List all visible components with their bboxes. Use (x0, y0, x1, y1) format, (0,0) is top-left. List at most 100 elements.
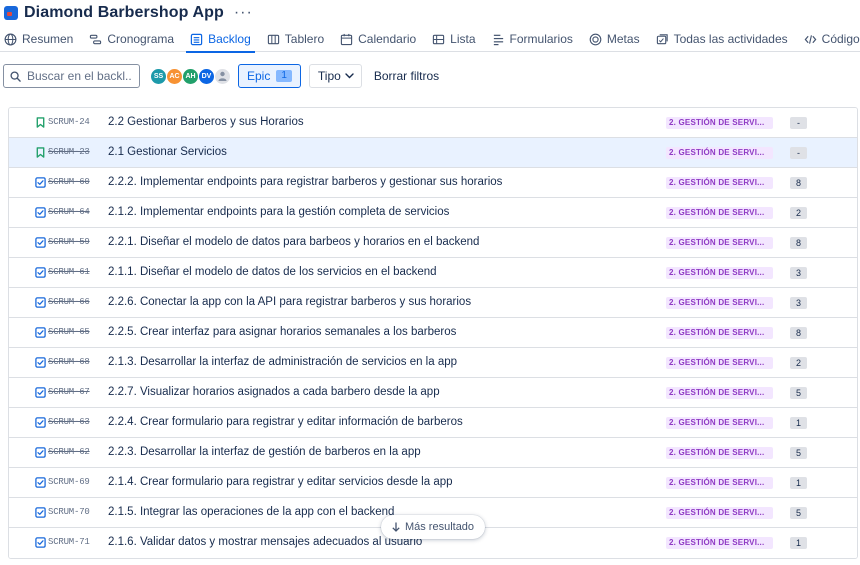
tab-cronograma[interactable]: Cronograma (85, 27, 178, 52)
issue-row[interactable]: SCRUM-60 2.2.2. Implementar endpoints par… (9, 168, 857, 198)
issue-summary[interactable]: 2.1 Gestionar Servicios (108, 146, 227, 158)
issue-key[interactable]: SCRUM-67 (48, 387, 90, 397)
issue-summary[interactable]: 2.2.6. Conectar la app con la API para r… (108, 296, 471, 308)
epic-badge[interactable]: 2. GESTIÓN DE SERVI... (666, 147, 773, 159)
issue-row[interactable]: SCRUM-65 2.2.5. Crear interfaz para asign… (9, 318, 857, 348)
more-results-button[interactable]: Más resultado (381, 515, 485, 539)
tab-label: Lista (450, 32, 476, 46)
issue-key[interactable]: SCRUM-69 (48, 477, 90, 487)
epic-badge[interactable]: 2. GESTIÓN DE SERVI... (666, 357, 773, 369)
issue-summary[interactable]: 2.1.3. Desarrollar la interfaz de admini… (108, 356, 457, 368)
tab-todas-las-actividades[interactable]: Todas las actividades (652, 27, 792, 52)
epic-badge[interactable]: 2. GESTIÓN DE SERVI... (666, 237, 773, 249)
issue-row[interactable]: SCRUM-68 2.1.3. Desarrollar la interfaz d… (9, 348, 857, 378)
issue-row[interactable]: SCRUM-69 2.1.4. Crear formulario para reg… (9, 468, 857, 498)
issue-key[interactable]: SCRUM-62 (48, 447, 90, 457)
issue-key[interactable]: SCRUM-64 (48, 207, 90, 217)
issue-summary[interactable]: 2.1.2. Implementar endpoints para la ges… (108, 206, 449, 218)
tab-tablero[interactable]: Tablero (263, 27, 328, 52)
issue-row[interactable]: SCRUM-64 2.1.2. Implementar endpoints par… (9, 198, 857, 228)
issue-summary[interactable]: 2.2.3. Desarrollar la interfaz de gestió… (108, 446, 421, 458)
issue-key[interactable]: SCRUM-60 (48, 177, 90, 187)
issue-row[interactable]: SCRUM-61 2.1.1. Diseñar el modelo de dato… (9, 258, 857, 288)
avatar[interactable]: DV (198, 67, 215, 85)
story-points-badge[interactable]: 2 (790, 207, 807, 219)
issue-key[interactable]: SCRUM-61 (48, 267, 90, 277)
story-points-badge[interactable]: - (790, 147, 807, 159)
search-box[interactable] (3, 64, 140, 88)
story-points-badge[interactable]: 1 (790, 417, 807, 429)
tab-código[interactable]: Código (800, 27, 860, 52)
issue-key[interactable]: SCRUM-23 (48, 147, 90, 157)
epic-badge[interactable]: 2. GESTIÓN DE SERVI... (666, 267, 773, 279)
issue-summary[interactable]: 2.1.1. Diseñar el modelo de datos de los… (108, 266, 437, 278)
issue-row[interactable]: SCRUM-63 2.2.4. Crear formulario para reg… (9, 408, 857, 438)
clear-filters-button[interactable]: Borrar filtros (374, 69, 439, 83)
issue-key[interactable]: SCRUM-65 (48, 327, 90, 337)
issue-summary[interactable]: 2.2.5. Crear interfaz para asignar horar… (108, 326, 456, 338)
story-points-badge[interactable]: 5 (790, 507, 807, 519)
issue-summary[interactable]: 2.2.1. Diseñar el modelo de datos para b… (108, 236, 479, 248)
story-points-badge[interactable]: 1 (790, 477, 807, 489)
epic-filter-button[interactable]: Epic 1 (238, 64, 301, 88)
story-points-badge[interactable]: 3 (790, 297, 807, 309)
avatar[interactable]: SS (150, 67, 167, 85)
tab-label: Tablero (284, 32, 325, 46)
story-points-badge[interactable]: 8 (790, 237, 807, 249)
issue-row[interactable]: SCRUM-23 2.1 Gestionar Servicios 2. GESTIÓ… (9, 138, 857, 168)
issue-key[interactable]: SCRUM-66 (48, 297, 90, 307)
issue-key[interactable]: SCRUM-70 (48, 507, 90, 517)
issue-key[interactable]: SCRUM-59 (48, 237, 90, 247)
story-points-badge[interactable]: 1 (790, 537, 807, 549)
tab-lista[interactable]: Lista (428, 27, 479, 52)
search-input[interactable] (27, 69, 132, 83)
issue-summary[interactable]: 2.2.7. Visualizar horarios asignados a c… (108, 386, 440, 398)
tab-formularios[interactable]: Formularios (488, 27, 577, 52)
story-points-badge[interactable]: 2 (790, 357, 807, 369)
more-horizontal-icon[interactable]: ··· (234, 5, 253, 21)
epic-badge[interactable]: 2. GESTIÓN DE SERVI... (666, 477, 773, 489)
story-points-badge[interactable]: 3 (790, 267, 807, 279)
story-points-badge[interactable]: - (790, 117, 807, 129)
epic-badge[interactable]: 2. GESTIÓN DE SERVI... (666, 387, 773, 399)
avatar[interactable]: AC (166, 67, 183, 85)
issue-key[interactable]: SCRUM-68 (48, 357, 90, 367)
tab-calendario[interactable]: Calendario (336, 27, 420, 52)
epic-badge[interactable]: 2. GESTIÓN DE SERVI... (666, 117, 773, 129)
epic-badge[interactable]: 2. GESTIÓN DE SERVI... (666, 297, 773, 309)
task-icon (35, 237, 46, 248)
epic-badge[interactable]: 2. GESTIÓN DE SERVI... (666, 507, 773, 519)
story-points-badge[interactable]: 5 (790, 447, 807, 459)
task-icon (35, 327, 46, 338)
issue-key[interactable]: SCRUM-63 (48, 417, 90, 427)
issue-row[interactable]: SCRUM-66 2.2.6. Conectar la app con la AP… (9, 288, 857, 318)
epic-badge[interactable]: 2. GESTIÓN DE SERVI... (666, 447, 773, 459)
task-icon (35, 387, 46, 398)
issue-row[interactable]: SCRUM-67 2.2.7. Visualizar horarios asign… (9, 378, 857, 408)
issue-summary[interactable]: 2.1.6. Validar datos y mostrar mensajes … (108, 536, 422, 548)
epic-badge[interactable]: 2. GESTIÓN DE SERVI... (666, 177, 773, 189)
issue-row[interactable]: SCRUM-24 2.2 Gestionar Barberos y sus Hor… (9, 108, 857, 138)
epic-badge[interactable]: 2. GESTIÓN DE SERVI... (666, 537, 773, 549)
epic-badge[interactable]: 2. GESTIÓN DE SERVI... (666, 207, 773, 219)
tab-resumen[interactable]: Resumen (0, 27, 77, 52)
issue-row[interactable]: SCRUM-59 2.2.1. Diseñar el modelo de dato… (9, 228, 857, 258)
type-filter-button[interactable]: Tipo (308, 64, 362, 88)
issue-key[interactable]: SCRUM-71 (48, 537, 90, 547)
issue-row[interactable]: SCRUM-62 2.2.3. Desarrollar la interfaz d… (9, 438, 857, 468)
avatar[interactable]: AH (182, 67, 199, 85)
epic-badge[interactable]: 2. GESTIÓN DE SERVI... (666, 327, 773, 339)
issue-summary[interactable]: 2.1.5. Integrar las operaciones de la ap… (108, 506, 394, 518)
avatar-unassigned-icon[interactable] (214, 67, 231, 85)
story-points-badge[interactable]: 8 (790, 327, 807, 339)
epic-badge[interactable]: 2. GESTIÓN DE SERVI... (666, 417, 773, 429)
tab-metas[interactable]: Metas (585, 27, 644, 52)
story-points-badge[interactable]: 5 (790, 387, 807, 399)
tab-backlog[interactable]: Backlog (186, 27, 255, 53)
issue-summary[interactable]: 2.2 Gestionar Barberos y sus Horarios (108, 116, 304, 128)
story-points-badge[interactable]: 8 (790, 177, 807, 189)
issue-summary[interactable]: 2.2.2. Implementar endpoints para regist… (108, 176, 502, 188)
issue-summary[interactable]: 2.1.4. Crear formulario para registrar y… (108, 476, 453, 488)
issue-key[interactable]: SCRUM-24 (48, 117, 90, 127)
issue-summary[interactable]: 2.2.4. Crear formulario para registrar y… (108, 416, 463, 428)
